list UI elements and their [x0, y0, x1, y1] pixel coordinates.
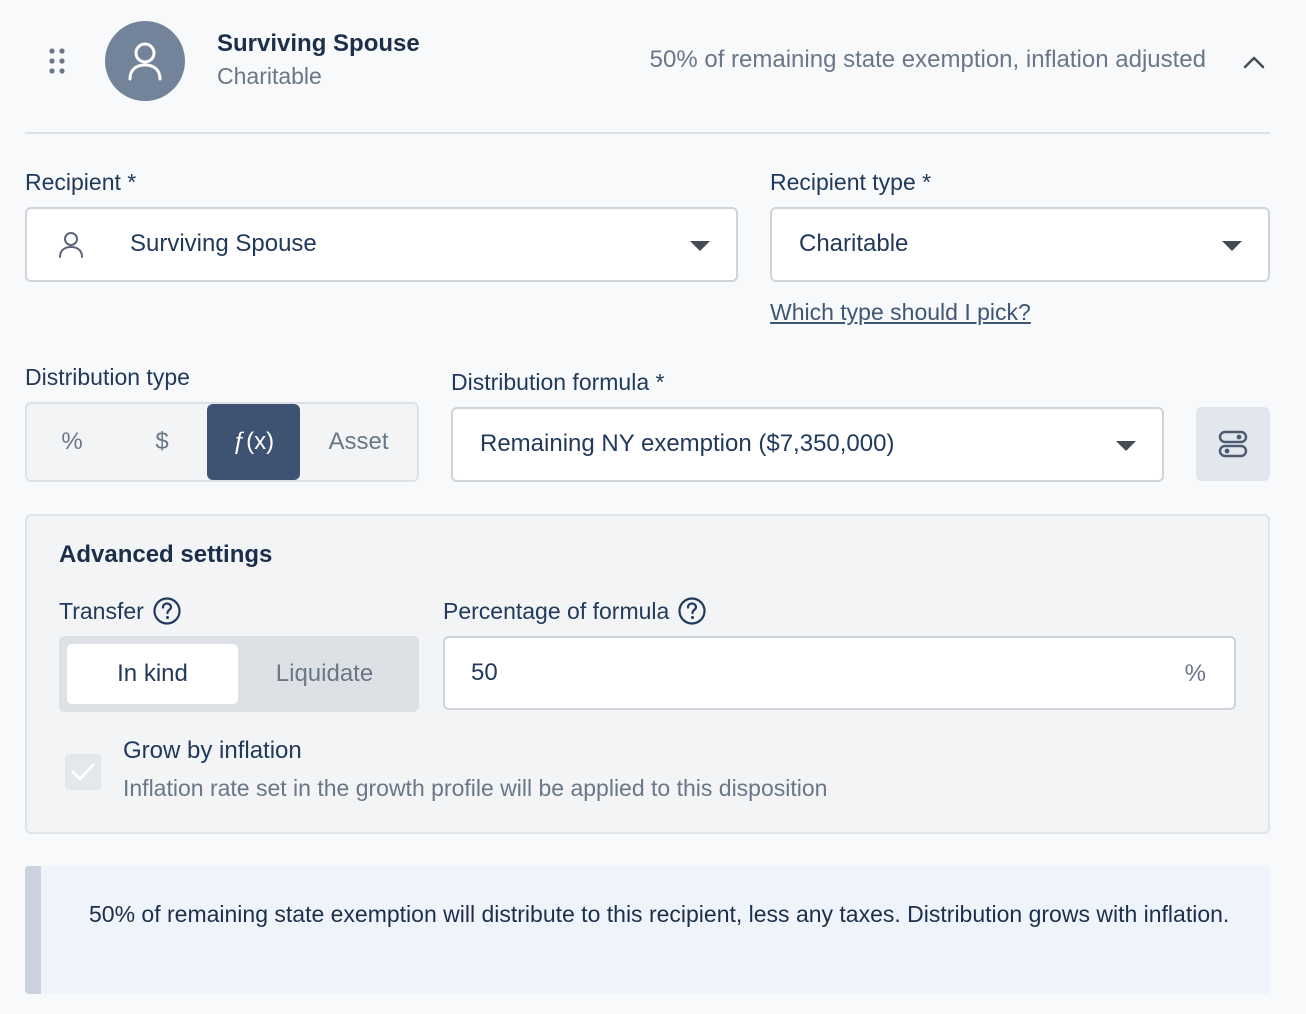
header-recipient-name: Surviving Spouse — [217, 30, 420, 57]
recipient-type-select[interactable]: Charitable — [770, 207, 1270, 282]
question-circle-icon[interactable] — [677, 596, 707, 626]
distribution-formula-value: Remaining NY exemption ($7,350,000) — [480, 430, 895, 457]
checkmark-icon — [71, 763, 95, 781]
distribution-formula-select[interactable]: Remaining NY exemption ($7,350,000) — [451, 407, 1164, 482]
percentage-suffix: % — [1184, 660, 1206, 687]
header-recipient-type: Charitable — [217, 63, 322, 89]
header-divider — [25, 132, 1270, 134]
transfer-toggle: In kind Liquidate — [59, 636, 419, 712]
percentage-field: % — [443, 636, 1236, 710]
distribution-formula-label: Distribution formula * — [451, 369, 665, 395]
avatar — [105, 21, 185, 101]
distribution-type-formula[interactable]: ƒ(x) — [207, 404, 300, 480]
transfer-liquidate[interactable]: Liquidate — [238, 644, 411, 704]
transfer-label-row: Transfer — [59, 596, 182, 626]
transfer-label: Transfer — [59, 597, 144, 624]
user-icon — [128, 42, 162, 81]
distribution-type-dollar[interactable]: $ — [117, 404, 207, 480]
collapse-button[interactable] — [1238, 46, 1270, 78]
percentage-input[interactable] — [471, 652, 1151, 694]
grow-by-inflation-label: Grow by inflation — [123, 737, 302, 764]
chevron-down-icon — [1222, 241, 1242, 251]
info-banner-text: 50% of remaining state exemption will di… — [89, 901, 1230, 927]
recipient-type-label: Recipient type * — [770, 169, 932, 195]
chevron-down-icon — [690, 241, 710, 251]
distribution-type-percent[interactable]: % — [27, 404, 117, 480]
distribution-type-asset[interactable]: Asset — [300, 404, 417, 480]
recipient-type-value: Charitable — [799, 230, 909, 257]
grow-by-inflation-description: Inflation rate set in the growth profile… — [123, 775, 828, 801]
advanced-settings-title: Advanced settings — [59, 541, 273, 568]
header-summary: 50% of remaining state exemption, inflat… — [649, 46, 1206, 73]
info-banner: 50% of remaining state exemption will di… — [25, 866, 1270, 994]
distribution-type-label: Distribution type — [25, 364, 190, 390]
formula-settings-button[interactable] — [1196, 407, 1270, 481]
drag-handle-icon[interactable] — [46, 46, 68, 76]
percentage-label-row: Percentage of formula — [443, 596, 707, 626]
chevron-up-icon — [1243, 56, 1265, 69]
settings-sliders-icon — [1218, 430, 1248, 458]
recipient-select[interactable]: Surviving Spouse — [25, 207, 738, 282]
chevron-down-icon — [1116, 441, 1136, 451]
user-icon — [59, 232, 83, 258]
transfer-in-kind[interactable]: In kind — [67, 644, 238, 704]
distribution-type-segmented: % $ ƒ(x) Asset — [25, 402, 419, 482]
recipient-label: Recipient * — [25, 169, 137, 195]
percentage-label: Percentage of formula — [443, 597, 670, 624]
grow-by-inflation-checkbox[interactable] — [65, 754, 101, 790]
recipient-type-help-link[interactable]: Which type should I pick? — [770, 299, 1031, 326]
recipient-value: Surviving Spouse — [130, 230, 317, 257]
question-circle-icon[interactable] — [152, 596, 182, 626]
